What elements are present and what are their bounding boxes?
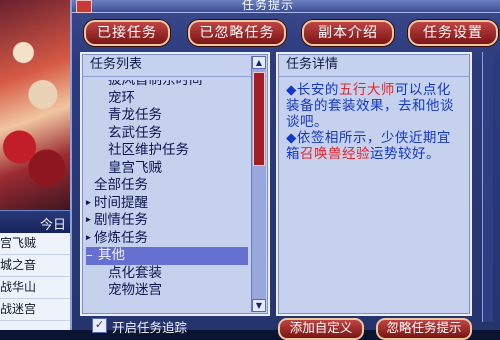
side-panel-title: 今日 xyxy=(39,218,66,233)
add-custom-button[interactable]: 添加自定义 xyxy=(278,318,364,340)
task-list-scrollbar[interactable]: ▲ ▼ xyxy=(251,56,266,312)
task-tree-item[interactable]: 青龙任务 xyxy=(86,107,248,125)
task-tree-item[interactable]: 宠环 xyxy=(86,90,248,108)
side-panel-header: 今日 xyxy=(0,210,70,234)
task-tree-item[interactable]: 皇宫飞贼 xyxy=(86,160,248,178)
task-tree-item-label: 宠物迷宫 xyxy=(108,282,162,298)
task-tree-item[interactable]: 社区维护任务 xyxy=(86,142,248,160)
tab-task-settings[interactable]: 任务设置 xyxy=(408,20,498,46)
window-title: 任务提示 xyxy=(242,0,295,12)
side-panel-list: 宫飞贼 城之音 战华山 战迷宫 xyxy=(0,233,70,330)
tab-ignored-tasks[interactable]: 已忽略任务 xyxy=(188,20,286,46)
task-detail-text: ◆长安的五行大师可以点化装备的套装效果，去和他谈谈吧。 ◆依签相所示，少侠近期宜… xyxy=(286,82,462,162)
expand-arrow-icon[interactable]: ▶ xyxy=(86,212,91,230)
task-tree-item[interactable]: 点化套装 xyxy=(86,265,248,283)
task-tree-item-label: 全部任务 xyxy=(94,177,148,193)
collapse-icon[interactable]: – xyxy=(86,247,93,265)
task-tree-item[interactable]: ▶ 修炼任务 xyxy=(86,230,248,248)
task-tree-item[interactable]: 全部任务 xyxy=(86,177,248,195)
task-tree-item-label: 青龙任务 xyxy=(108,107,162,123)
task-tree-item-label: 其他 xyxy=(98,247,125,263)
task-tree-item[interactable]: 宠物迷宫 xyxy=(86,282,248,300)
task-tree-item-label: 宠环 xyxy=(108,89,135,106)
bullet-icon: ◆ xyxy=(286,130,297,146)
detail-paragraph-1: ◆长安的五行大师可以点化装备的套装效果，去和他谈谈吧。 xyxy=(286,82,462,130)
scroll-thumb[interactable] xyxy=(253,72,265,166)
task-detail-header: 任务详情 xyxy=(278,54,470,77)
task-tree-item-label: 社区维护任务 xyxy=(108,142,189,158)
expand-arrow-icon[interactable]: ▶ xyxy=(86,195,91,213)
detail-highlight-fortune: 召唤兽经验 xyxy=(300,146,370,162)
task-tree-item-label: 修炼任务 xyxy=(94,229,148,246)
scroll-down-icon[interactable]: ▼ xyxy=(252,299,266,312)
task-tree-item[interactable]: ▶ 剧情任务 xyxy=(86,212,248,230)
task-tree-item[interactable]: ▶ 时间提醒 xyxy=(86,195,248,213)
task-tree-item-label: 披风首制东时间 xyxy=(108,80,203,88)
detail-paragraph-2: ◆依签相所示，少侠近期宜箱召唤兽经验运势较好。 xyxy=(286,130,462,162)
detail-highlight-npc[interactable]: 五行大师 xyxy=(339,82,395,98)
scroll-up-icon[interactable]: ▲ xyxy=(252,56,266,69)
game-scene-art xyxy=(0,0,78,210)
tab-dungeon-intro[interactable]: 副本介绍 xyxy=(302,20,394,46)
task-list-header: 任务列表 xyxy=(82,54,268,77)
side-panel-item[interactable]: 战迷宫 xyxy=(0,299,70,321)
tracking-checkbox-label: 开启任务追踪 xyxy=(112,320,188,335)
window-titlebar[interactable]: 任务提示 xyxy=(72,0,500,13)
tracking-checkbox[interactable]: ✓ xyxy=(92,318,107,333)
task-tree-item[interactable]: 披风首制东时间 xyxy=(86,80,248,90)
side-panel-item[interactable]: 宫飞贼 xyxy=(0,233,70,255)
task-tree: 披风首制东时间 宠环 青龙任务 玄武任务 社区维护任务 皇宫飞贼 全部任务 ▶ 时间提醒 ▶ 剧情任… xyxy=(86,80,248,310)
detail-scrollbar[interactable] xyxy=(482,52,493,322)
side-panel-item[interactable]: 城之音 xyxy=(0,255,70,277)
task-tree-item[interactable]: – 其他 xyxy=(86,247,248,265)
task-tree-item-label: 剧情任务 xyxy=(94,212,148,228)
task-detail-panel: 任务详情 ◆长安的五行大师可以点化装备的套装效果，去和他谈谈吧。 ◆依签相所示，… xyxy=(276,52,472,316)
window-close-icon[interactable] xyxy=(76,0,92,13)
task-tree-item-label: 点化套装 xyxy=(108,264,162,281)
task-prompt-window: 任务提示 已接任务 已忽略任务 副本介绍 任务设置 任务列表 披风首制东时间 宠环… xyxy=(70,0,500,340)
detail-text-segment: 运势较好。 xyxy=(370,146,440,162)
task-tree-item[interactable]: 玄武任务 xyxy=(86,125,248,143)
task-tree-item-label: 皇宫飞贼 xyxy=(108,159,162,176)
task-tree-item-label: 玄武任务 xyxy=(108,124,162,141)
tab-accepted-tasks[interactable]: 已接任务 xyxy=(84,20,170,46)
task-tree-item-label: 时间提醒 xyxy=(94,194,148,211)
bullet-icon: ◆ xyxy=(286,82,297,98)
expand-arrow-icon[interactable]: ▶ xyxy=(86,230,91,248)
side-panel-item[interactable]: 战华山 xyxy=(0,277,70,299)
detail-text-segment: 长安的 xyxy=(296,82,339,98)
tab-bar: 已接任务 已忽略任务 副本介绍 任务设置 xyxy=(80,20,500,46)
ignore-task-prompt-button[interactable]: 忽略任务提示 xyxy=(376,318,472,340)
task-list-panel: 任务列表 披风首制东时间 宠环 青龙任务 玄武任务 社区维护任务 皇宫飞贼 全部任务 ▶ 时间提… xyxy=(80,52,270,316)
